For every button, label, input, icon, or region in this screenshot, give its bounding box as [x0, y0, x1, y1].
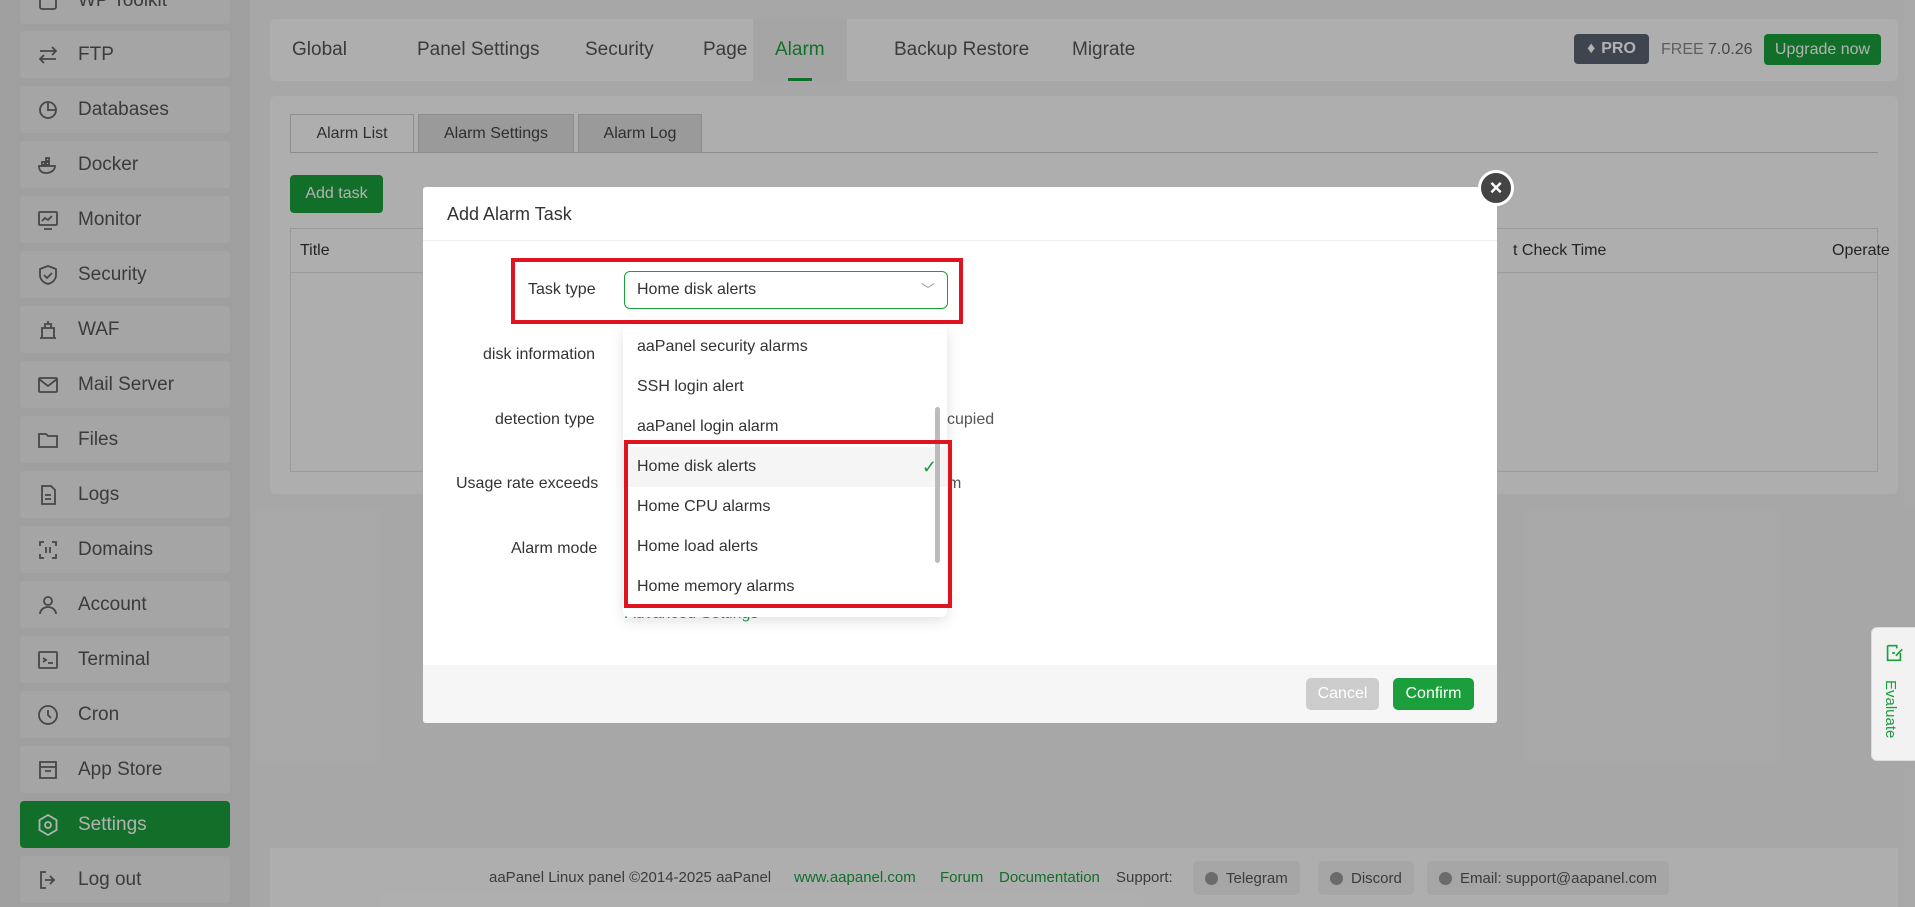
dialog-title: Add Alarm Task — [423, 187, 1497, 241]
close-icon[interactable]: × — [1478, 170, 1514, 206]
highlight-box — [624, 440, 952, 608]
detection-type-value: cupied — [947, 411, 995, 428]
confirm-button[interactable]: Confirm — [1393, 678, 1474, 710]
detection-type-label: detection type — [495, 411, 595, 428]
evaluate-label: Evaluate — [1882, 680, 1899, 739]
option-ssh-login-alert[interactable]: SSH login alert — [623, 367, 947, 407]
add-alarm-task-dialog: Add Alarm Task × Task type Home disk ale… — [423, 170, 1514, 723]
edit-icon — [1886, 644, 1903, 662]
usage-rate-label: Usage rate exceeds — [456, 475, 599, 492]
option-aapanel-security-alarms[interactable]: aaPanel security alarms — [623, 327, 947, 367]
highlight-box — [511, 258, 963, 324]
disk-information-label: disk information — [483, 346, 596, 363]
alarm-mode-label: Alarm mode — [511, 540, 598, 557]
evaluate-tab[interactable]: Evaluate — [1871, 627, 1915, 761]
dialog-footer: Cancel Confirm — [423, 665, 1497, 723]
cancel-button[interactable]: Cancel — [1306, 678, 1379, 710]
